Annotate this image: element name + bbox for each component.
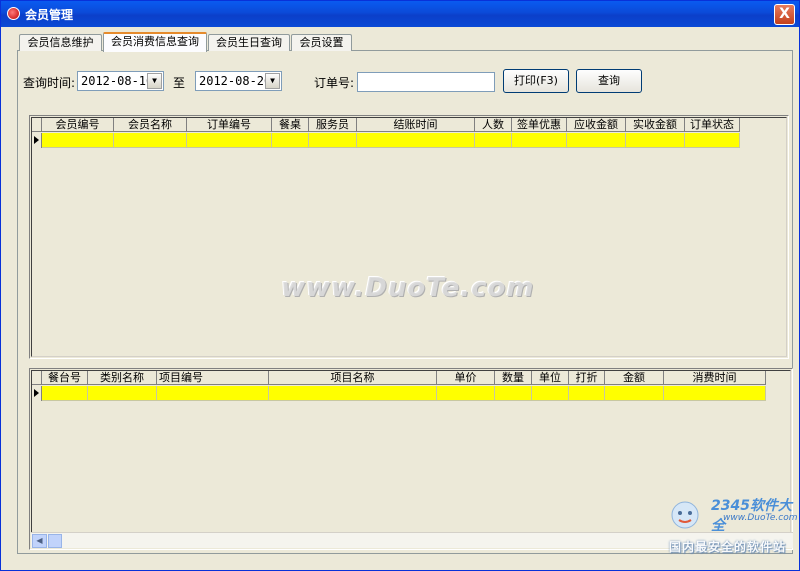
items-col-table-no[interactable]: 餐台号 (42, 371, 88, 385)
table-row[interactable] (32, 386, 766, 401)
watermark: www.DuoTe.com (281, 273, 535, 303)
orders-corner (32, 118, 42, 132)
query-time-label: 查询时间: (23, 76, 76, 90)
start-date-picker[interactable]: 2012-08-16 ▼ (77, 71, 164, 91)
tab-member-settings[interactable]: 会员设置 (291, 34, 352, 51)
items-col-unit[interactable]: 单位 (532, 371, 569, 385)
tab-consumption-query[interactable]: 会员消费信息查询 (103, 32, 207, 52)
orders-grid-frame (31, 117, 787, 357)
items-col-amount[interactable]: 金额 (605, 371, 664, 385)
table-cell[interactable] (437, 386, 495, 401)
table-cell[interactable] (475, 133, 512, 148)
table-cell[interactable] (685, 133, 740, 148)
orders-col-checkout-time[interactable]: 结账时间 (357, 118, 475, 132)
end-date-picker[interactable]: 2012-08-26 ▼ (195, 71, 282, 91)
orders-col-receivable[interactable]: 应收金额 (567, 118, 626, 132)
items-col-price[interactable]: 单价 (437, 371, 495, 385)
end-date-value: 2012-08-26 (199, 74, 272, 88)
items-col-category[interactable]: 类别名称 (88, 371, 157, 385)
end-date-dropdown-icon[interactable]: ▼ (265, 73, 280, 89)
title-bar[interactable]: 会员管理 X (1, 1, 799, 27)
row-indicator-icon (32, 133, 42, 148)
search-button[interactable]: 查询 (576, 69, 642, 93)
window-title: 会员管理 (25, 8, 74, 22)
table-cell[interactable] (569, 386, 605, 401)
app-window: 会员管理 X 会员信息维护 会员消费信息查询 会员生日查询 会员设置 查询时间:… (0, 0, 800, 571)
items-corner (32, 371, 42, 385)
table-cell[interactable] (157, 386, 269, 401)
table-cell[interactable] (269, 386, 437, 401)
orders-grid[interactable]: 会员编号 会员名称 订单编号 餐桌 服务员 结账时间 人数 签单优惠 应收金额 … (29, 115, 789, 359)
items-col-quantity[interactable]: 数量 (495, 371, 532, 385)
table-cell[interactable] (567, 133, 626, 148)
table-cell[interactable] (357, 133, 475, 148)
orders-col-received[interactable]: 实收金额 (626, 118, 685, 132)
tab-member-info[interactable]: 会员信息维护 (19, 34, 102, 51)
items-col-item-name[interactable]: 项目名称 (269, 371, 437, 385)
logo-slogan: 国内最安全的软件站 (669, 540, 787, 554)
start-date-dropdown-icon[interactable]: ▼ (147, 73, 162, 89)
table-cell[interactable] (532, 386, 569, 401)
table-cell[interactable] (42, 133, 114, 148)
order-number-input[interactable] (357, 72, 495, 92)
table-cell[interactable] (272, 133, 309, 148)
table-cell[interactable] (495, 386, 532, 401)
site-logo: 2345软件大全 www.DuoTe.com (661, 493, 800, 534)
orders-col-waiter[interactable]: 服务员 (309, 118, 357, 132)
table-row[interactable] (32, 133, 740, 148)
row-indicator-icon (32, 386, 42, 401)
start-date-value: 2012-08-16 (81, 74, 154, 88)
orders-col-table[interactable]: 餐桌 (272, 118, 309, 132)
orders-col-people[interactable]: 人数 (475, 118, 512, 132)
table-cell[interactable] (114, 133, 187, 148)
table-cell[interactable] (187, 133, 272, 148)
scroll-thumb[interactable] (48, 534, 62, 548)
table-cell[interactable] (42, 386, 88, 401)
table-cell[interactable] (626, 133, 685, 148)
tab-birthday-query[interactable]: 会员生日查询 (208, 34, 290, 51)
orders-col-member-name[interactable]: 会员名称 (114, 118, 187, 132)
order-number-label: 订单号: (314, 76, 355, 90)
table-cell[interactable] (309, 133, 357, 148)
scroll-left-icon[interactable]: ◀ (32, 534, 47, 548)
orders-header-row: 会员编号 会员名称 订单编号 餐桌 服务员 结账时间 人数 签单优惠 应收金额 … (32, 118, 740, 132)
close-button[interactable]: X (774, 4, 795, 25)
items-header-row: 餐台号 类别名称 项目编号 项目名称 单价 数量 单位 打折 金额 消费时间 (32, 371, 766, 385)
table-cell[interactable] (512, 133, 567, 148)
items-col-discount[interactable]: 打折 (569, 371, 605, 385)
table-cell[interactable] (664, 386, 766, 401)
table-cell[interactable] (88, 386, 157, 401)
print-button[interactable]: 打印(F3) (503, 69, 569, 93)
logo-url: www.DuoTe.com (723, 513, 798, 523)
orders-col-status[interactable]: 订单状态 (685, 118, 740, 132)
to-label: 至 (173, 76, 186, 90)
orders-col-discount[interactable]: 签单优惠 (512, 118, 567, 132)
items-col-time[interactable]: 消费时间 (664, 371, 766, 385)
items-col-item-id[interactable]: 项目编号 (157, 371, 269, 385)
app-icon (7, 7, 20, 20)
orders-col-order-id[interactable]: 订单编号 (187, 118, 272, 132)
orders-col-member-id[interactable]: 会员编号 (42, 118, 114, 132)
table-cell[interactable] (605, 386, 664, 401)
logo-mascot-icon (671, 501, 699, 529)
